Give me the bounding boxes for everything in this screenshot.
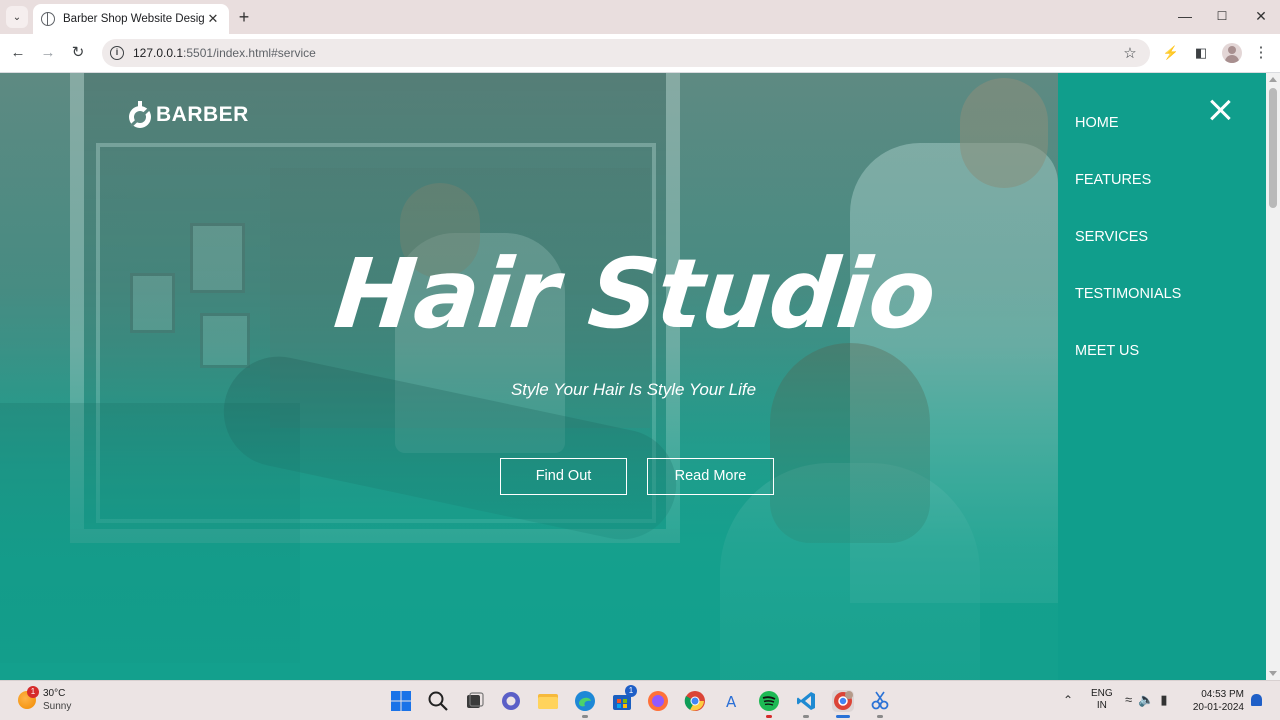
bookmark-star-icon[interactable]: ☆: [1118, 44, 1142, 62]
back-arrow-icon[interactable]: ←: [7, 42, 29, 64]
profile-avatar-icon[interactable]: [1222, 43, 1242, 63]
firefox-icon[interactable]: [647, 690, 669, 712]
site-info-icon[interactable]: i: [110, 46, 124, 60]
region-code: IN: [1096, 700, 1107, 711]
close-icon[interactable]: [1209, 99, 1231, 121]
windows-taskbar: 1 30°C Sunny 1 A ⌃ ENG IN ≈🔈▮ 04:53 PM 2…: [0, 680, 1280, 720]
app-running-indicator: [877, 715, 883, 718]
app-running-indicator: [803, 715, 809, 718]
system-tray-icons[interactable]: ≈🔈▮: [1125, 692, 1173, 708]
new-tab-button[interactable]: +: [234, 7, 254, 27]
svg-text:A: A: [726, 693, 737, 711]
tab-title: Barber Shop Website Design: [63, 13, 205, 25]
extensions-icon[interactable]: ⚡: [1160, 42, 1182, 64]
app-running-indicator: [582, 715, 588, 718]
snipping-tool-icon[interactable]: [869, 690, 891, 718]
nav-item-testimonials[interactable]: TESTIMONIALS: [1075, 286, 1181, 302]
nav-item-features[interactable]: FEATURES: [1075, 172, 1151, 188]
scrollbar-thumb[interactable]: [1269, 88, 1277, 208]
window-close-button[interactable]: ✕: [1246, 5, 1276, 27]
read-more-button[interactable]: Read More: [647, 458, 774, 495]
browser-toolbar: ← → ↻ i 127.0.0.1:5501/index.html#servic…: [0, 34, 1280, 73]
font-app-icon[interactable]: A: [721, 690, 743, 712]
weather-badge: 1: [27, 686, 39, 698]
url-path: :5501/index.html#service: [183, 46, 316, 60]
wifi-icon[interactable]: ≈: [1125, 692, 1138, 707]
app-active-indicator: [836, 715, 850, 718]
microsoft-store-icon[interactable]: 1: [611, 685, 637, 712]
nav-item-home[interactable]: HOME: [1075, 115, 1119, 131]
page-viewport: BARBER Hair Studio Style Your Hair Is St…: [0, 73, 1280, 680]
clock-time: 04:53 PM: [1201, 689, 1244, 700]
weather-condition[interactable]: Sunny: [43, 701, 71, 712]
hero-section: BARBER Hair Studio Style Your Hair Is St…: [0, 73, 1058, 680]
page-scrollbar[interactable]: [1266, 73, 1280, 680]
notification-bell-icon[interactable]: [1251, 694, 1262, 706]
url-text[interactable]: 127.0.0.1:5501/index.html#service: [133, 46, 1118, 60]
search-icon[interactable]: [427, 690, 449, 712]
clock[interactable]: 04:53 PM 20-01-2024: [1188, 688, 1244, 714]
chat-icon[interactable]: [500, 690, 522, 712]
show-hidden-icons-chevron-icon[interactable]: ⌃: [1063, 693, 1073, 707]
minimize-button[interactable]: —: [1170, 5, 1200, 27]
chrome-icon[interactable]: [684, 690, 706, 712]
chrome-profile-icon[interactable]: [832, 690, 854, 718]
nav-item-meet-us[interactable]: MEET US: [1075, 343, 1139, 359]
task-view-icon[interactable]: [463, 690, 485, 712]
hero-title: Hair Studio: [329, 238, 941, 350]
nav-item-services[interactable]: SERVICES: [1075, 229, 1148, 245]
edge-icon[interactable]: [574, 690, 596, 718]
app-running-indicator: [766, 715, 772, 718]
site-logo[interactable]: BARBER: [127, 100, 249, 130]
battery-icon[interactable]: ▮: [1160, 692, 1173, 707]
address-bar[interactable]: i 127.0.0.1:5501/index.html#service ☆: [102, 39, 1150, 67]
barber-logo-icon: [129, 101, 151, 128]
browser-tab[interactable]: Barber Shop Website Design ✕: [33, 4, 229, 34]
spotify-icon[interactable]: [758, 690, 780, 718]
url-host: 127.0.0.1: [133, 46, 184, 60]
hero-teal-overlay: [0, 73, 1058, 680]
store-badge: 1: [625, 685, 637, 697]
weather-temperature[interactable]: 30°C: [43, 688, 65, 699]
reload-icon[interactable]: ↻: [67, 42, 89, 64]
scroll-up-arrow-icon[interactable]: [1269, 77, 1277, 82]
clock-date: 20-01-2024: [1192, 702, 1244, 713]
side-navigation: HOME FEATURES SERVICES TESTIMONIALS MEET…: [1058, 73, 1266, 680]
language-indicator[interactable]: ENG IN: [1091, 688, 1113, 712]
find-out-button[interactable]: Find Out: [500, 458, 627, 495]
maximize-button[interactable]: ☐: [1207, 5, 1237, 27]
browser-tab-strip: ⌄ Barber Shop Website Design ✕ + — ☐ ✕: [0, 0, 1280, 34]
more-menu-icon[interactable]: ⋮: [1250, 42, 1272, 64]
language-code: ENG: [1091, 688, 1113, 699]
vscode-icon[interactable]: [795, 690, 817, 718]
volume-icon[interactable]: 🔈: [1138, 692, 1160, 707]
logo-text: BARBER: [156, 103, 249, 126]
file-explorer-icon[interactable]: [537, 690, 559, 712]
hero-subtitle: Style Your Hair Is Style Your Life: [510, 380, 757, 399]
side-panel-icon[interactable]: ◧: [1190, 42, 1212, 64]
forward-arrow-icon[interactable]: →: [37, 42, 59, 64]
windows-start-icon[interactable]: [390, 690, 412, 712]
tab-search-chevron-icon[interactable]: ⌄: [6, 6, 28, 28]
globe-icon: [41, 12, 55, 26]
scroll-down-arrow-icon[interactable]: [1269, 671, 1277, 676]
tab-close-icon[interactable]: ✕: [205, 11, 221, 27]
